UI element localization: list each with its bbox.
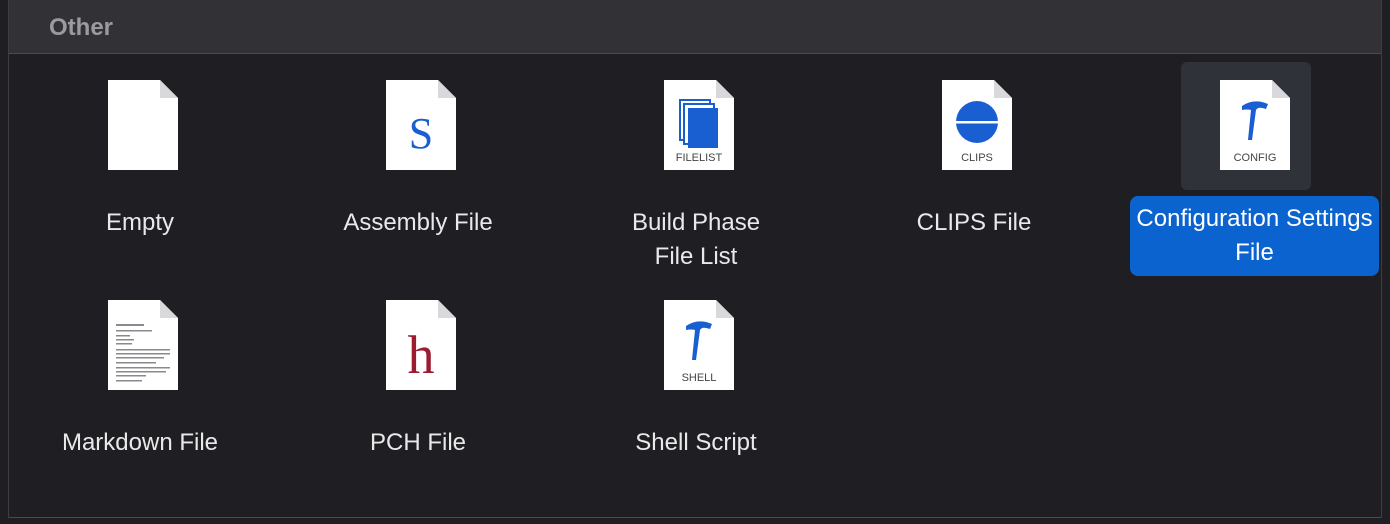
assembly-file-icon: S <box>386 80 456 170</box>
shell-badge: SHELL <box>681 372 717 384</box>
config-badge: CONFIG <box>1233 152 1277 164</box>
markdown-document-icon <box>108 300 178 390</box>
clips-document-icon: CLIPS <box>942 80 1012 170</box>
section-title: Other <box>49 14 114 41</box>
section-header: Other <box>9 0 1381 54</box>
template-empty[interactable]: Empty <box>10 80 270 280</box>
template-assembly-file[interactable]: S Assembly File <box>288 80 548 280</box>
panel-bottom-divider <box>9 517 1381 518</box>
empty-document-icon <box>108 80 178 170</box>
template-build-phase-file-list[interactable]: FILELIST Build Phase File List <box>566 80 826 280</box>
template-label: CLIPS File <box>916 209 1032 236</box>
config-document-icon: CONFIG <box>1220 80 1290 170</box>
template-markdown-file[interactable]: Markdown File <box>10 300 270 500</box>
assembly-glyph: S <box>408 109 434 158</box>
shell-document-icon: SHELL <box>664 300 734 390</box>
pch-glyph: h <box>407 325 435 385</box>
template-label: Build Phase File List <box>631 209 761 270</box>
template-label: Markdown File <box>61 429 219 456</box>
pch-file-icon: h <box>386 300 456 390</box>
filelist-document-icon: FILELIST <box>664 80 734 170</box>
template-pch-file[interactable]: h PCH File <box>288 300 548 500</box>
template-clips-file[interactable]: CLIPS CLIPS File <box>844 80 1104 280</box>
clips-badge: CLIPS <box>961 152 993 164</box>
template-label: Configuration Settings File <box>1130 196 1379 276</box>
template-label: Empty <box>105 209 174 236</box>
template-configuration-settings-file[interactable]: CONFIG Configuration Settings File <box>1122 62 1382 280</box>
template-label: PCH File <box>369 429 466 456</box>
template-label: Assembly File <box>343 209 493 236</box>
template-shell-script[interactable]: SHELL Shell Script <box>566 300 826 500</box>
template-label: Shell Script <box>635 429 757 456</box>
template-panel: Other Empty S Assembly File FILELIST Bui… <box>8 0 1382 518</box>
filelist-badge: FILELIST <box>675 152 723 164</box>
